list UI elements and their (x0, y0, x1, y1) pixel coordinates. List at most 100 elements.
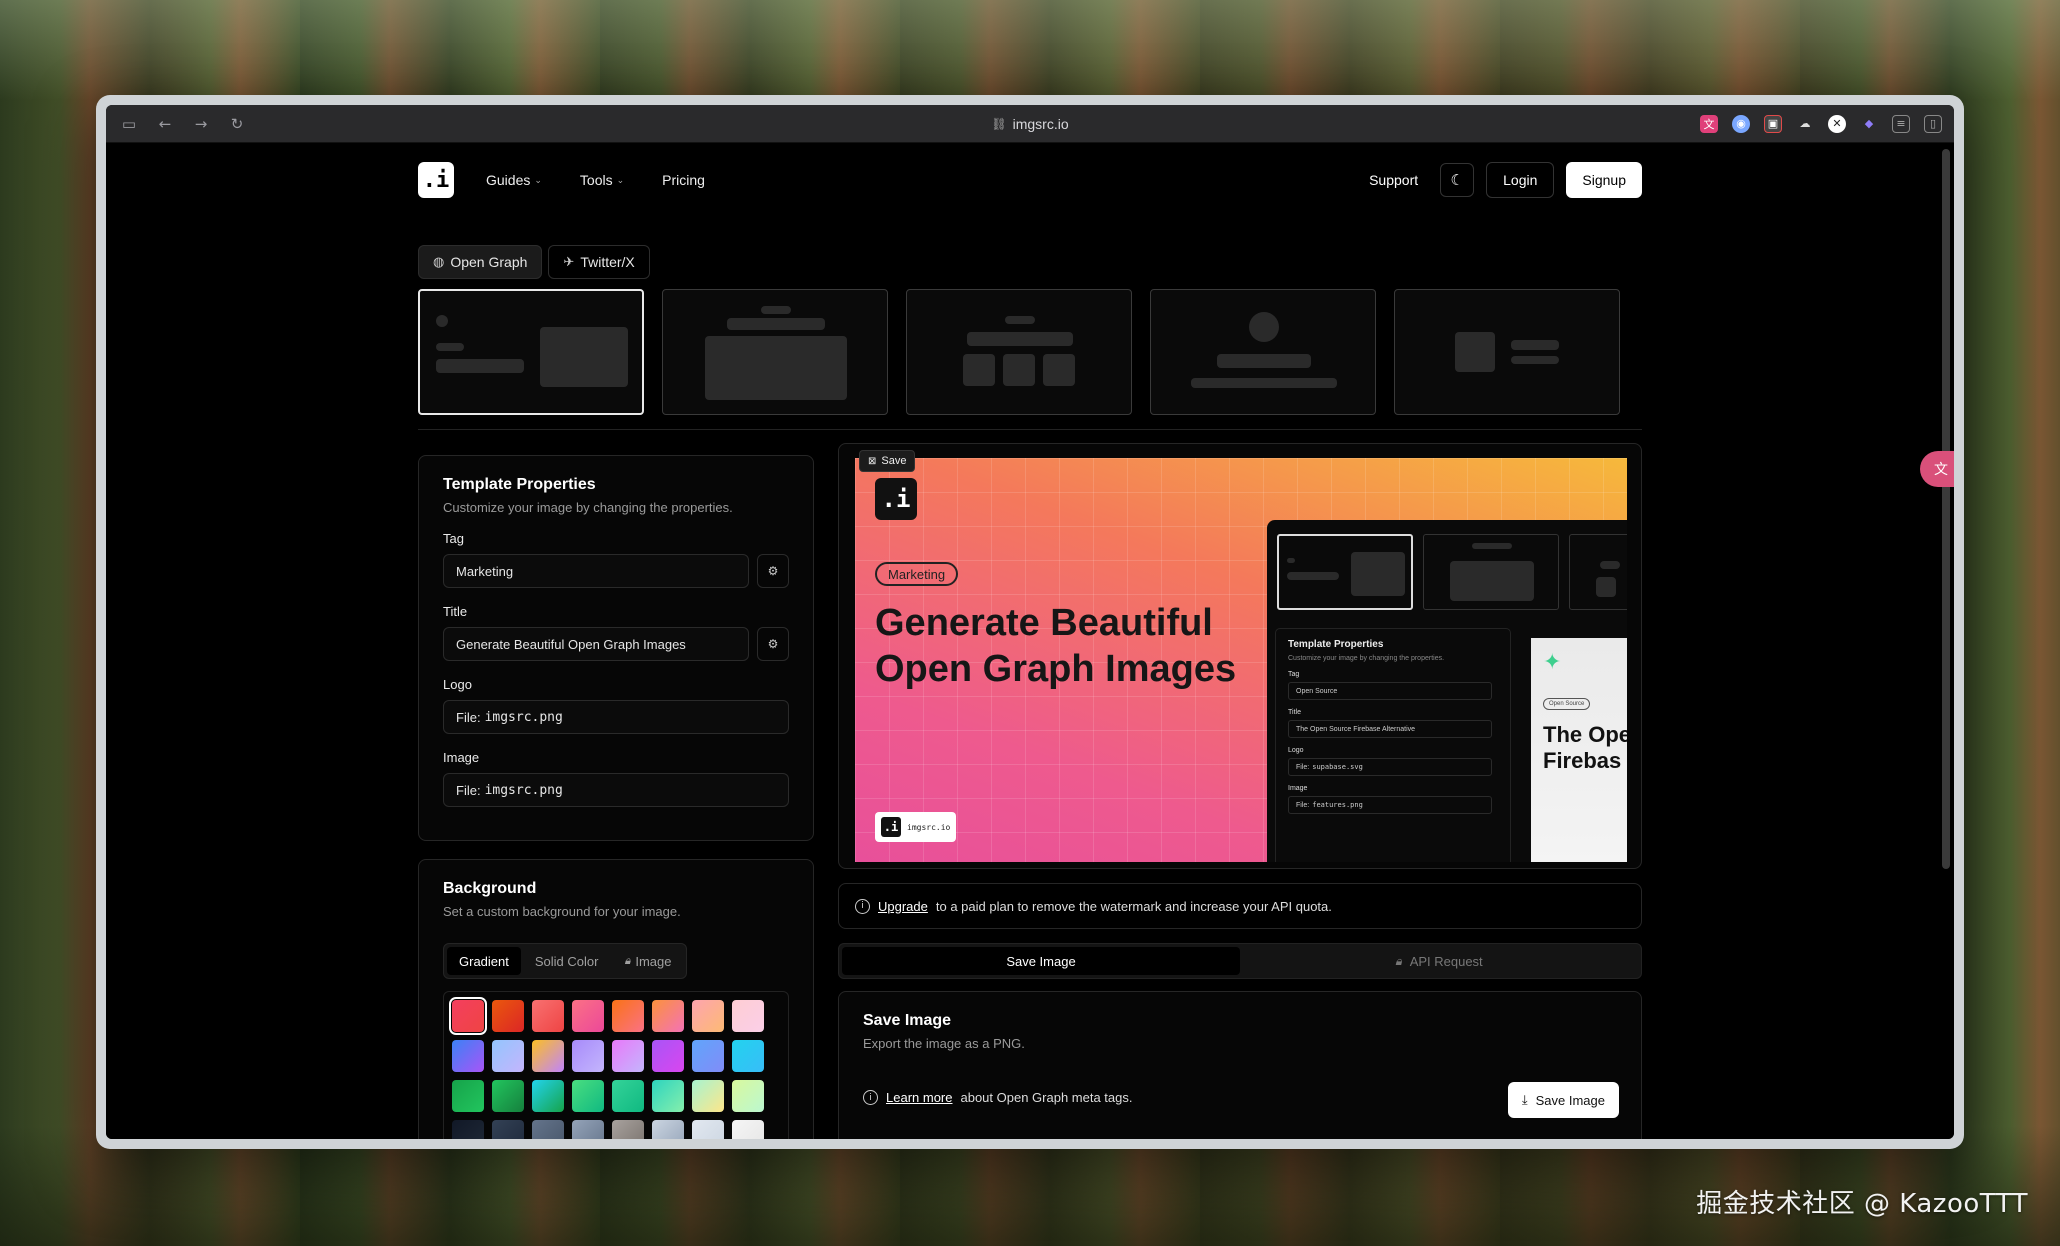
gradient-swatch[interactable] (572, 1080, 604, 1112)
tag-settings-button[interactable]: ⚙ (757, 554, 789, 588)
gradient-swatch[interactable] (492, 1000, 524, 1032)
translate-extension-icon[interactable]: 文 (1700, 114, 1718, 133)
gradient-swatch[interactable] (692, 1000, 724, 1032)
gradient-swatch[interactable] (692, 1040, 724, 1072)
save-image-subtitle: Export the image as a PNG. (863, 1036, 1025, 1051)
cloud-extension-icon[interactable]: ☁ (1796, 115, 1814, 133)
back-arrow-icon[interactable]: ← (156, 115, 174, 133)
mode-image-label: Image (635, 953, 672, 969)
gradient-swatch[interactable] (492, 1120, 524, 1139)
template-option-2[interactable] (662, 289, 888, 415)
extensions-bar: 文 ◉ ▣ ☁ ✕ ◆ ≡ ▯ (1700, 114, 1942, 133)
theme-toggle-button[interactable]: ☾ (1440, 163, 1475, 197)
shot-template-2 (1423, 534, 1559, 610)
gradient-swatch[interactable] (452, 1120, 484, 1139)
og-watermark-text: imgsrc.io (907, 822, 951, 832)
nav-pricing[interactable]: Pricing (662, 172, 705, 188)
template-thumb-shape (1249, 312, 1279, 342)
address-bar[interactable]: ⛓ imgsrc.io (991, 116, 1068, 132)
learn-more-link[interactable]: Learn more (886, 1090, 952, 1105)
gradient-swatch[interactable] (449, 997, 487, 1035)
gradient-swatch[interactable] (732, 1080, 764, 1112)
floating-translate-button[interactable]: 文 (1920, 451, 1954, 487)
tab-twitter[interactable]: ✈ Twitter/X (548, 245, 650, 279)
template-option-1[interactable] (418, 289, 644, 415)
site-logo[interactable]: .i (418, 162, 454, 198)
gradient-swatch[interactable] (652, 1120, 684, 1139)
gradient-swatch[interactable] (612, 1000, 644, 1032)
gradient-swatch[interactable] (532, 1120, 564, 1139)
gradient-swatch[interactable] (572, 1000, 604, 1032)
gradient-swatch[interactable] (652, 1000, 684, 1032)
logo-file-input[interactable]: File: imgsrc.png (443, 700, 789, 734)
gradient-swatch[interactable] (452, 1040, 484, 1072)
gradient-swatch[interactable] (452, 1080, 484, 1112)
image-file-name: imgsrc.png (484, 782, 563, 798)
mode-image[interactable]: 🔒︎ Image (612, 947, 683, 975)
shot-preview-title-line1: The Ope (1543, 722, 1627, 747)
page-scrollbar[interactable] (1942, 149, 1950, 869)
browser-controls: ▭ ← → ↻ (106, 115, 246, 133)
upgrade-link[interactable]: Upgrade (878, 899, 928, 914)
image-icon: ⊠ (868, 455, 877, 467)
diamond-extension-icon[interactable]: ◆ (1860, 115, 1878, 133)
gradient-swatch[interactable] (652, 1080, 684, 1112)
gradient-swatch[interactable] (572, 1040, 604, 1072)
template-option-4[interactable] (1150, 289, 1376, 415)
lock-icon: 🔒︎ (624, 954, 631, 967)
gradient-swatch[interactable] (732, 1000, 764, 1032)
gradient-swatch[interactable] (732, 1040, 764, 1072)
nav-tools[interactable]: Tools ⌄ (580, 172, 624, 188)
template-option-5[interactable] (1394, 289, 1620, 415)
template-thumb-shape (1450, 561, 1534, 601)
template-properties-subtitle: Customize your image by changing the pro… (443, 500, 733, 515)
save-image-button[interactable]: ⤓ Save Image (1507, 1082, 1619, 1118)
export-mode-tabs: Save Image 🔒︎ API Request (838, 943, 1642, 979)
tab-api-request[interactable]: 🔒︎ API Request (1240, 947, 1638, 975)
mode-solid-color[interactable]: Solid Color (523, 947, 611, 975)
login-button[interactable]: Login (1486, 162, 1555, 198)
link-icon: ⛓ (991, 116, 1007, 131)
gradient-swatch[interactable] (692, 1120, 724, 1139)
gradient-swatch[interactable] (612, 1040, 644, 1072)
sidebar-toggle-icon[interactable]: ▭ (120, 115, 138, 133)
shot-logo-prefix: File: (1296, 763, 1310, 771)
shot-tag-label: Tag (1288, 671, 1300, 678)
split-view-icon[interactable]: ▯ (1924, 114, 1942, 133)
shot-title: Template Properties (1288, 639, 1384, 650)
screenshot-extension-icon[interactable]: ▣ (1764, 114, 1782, 133)
gradient-swatch[interactable] (492, 1040, 524, 1072)
gradient-swatch[interactable] (652, 1040, 684, 1072)
image-file-input[interactable]: File: imgsrc.png (443, 773, 789, 807)
gradient-swatch[interactable] (732, 1120, 764, 1139)
shot-title-input: The Open Source Firebase Alternative (1288, 720, 1492, 738)
nav-support[interactable]: Support (1369, 172, 1418, 188)
gradient-swatch[interactable] (612, 1080, 644, 1112)
gradient-swatch[interactable] (492, 1080, 524, 1112)
gradient-swatch[interactable] (532, 1080, 564, 1112)
title-settings-button[interactable]: ⚙ (757, 627, 789, 661)
gradient-swatch[interactable] (532, 1000, 564, 1032)
og-screenshot: Template Properties Customize your image… (1267, 520, 1627, 862)
close-circle-extension-icon[interactable]: ✕ (1828, 114, 1846, 133)
gradient-swatch[interactable] (532, 1040, 564, 1072)
tab-open-graph[interactable]: ◍ Open Graph (418, 245, 543, 279)
save-badge-button[interactable]: ⊠ Save (859, 450, 916, 472)
gradient-swatch[interactable] (692, 1080, 724, 1112)
gradient-swatch[interactable] (572, 1120, 604, 1139)
preview-card: .i Marketing Generate Beautiful Open Gra… (838, 443, 1642, 869)
gradient-swatch[interactable] (612, 1120, 644, 1139)
template-thumb-shape (727, 318, 825, 330)
tag-input[interactable]: Marketing (443, 554, 749, 588)
mode-gradient[interactable]: Gradient (447, 947, 521, 975)
globe-extension-icon[interactable]: ◉ (1732, 114, 1750, 133)
forward-arrow-icon[interactable]: → (192, 115, 210, 133)
reload-icon[interactable]: ↻ (228, 115, 246, 133)
tab-save-image[interactable]: Save Image (842, 947, 1240, 975)
nav-guides[interactable]: Guides ⌄ (486, 172, 542, 188)
title-input[interactable]: Generate Beautiful Open Graph Images (443, 627, 749, 661)
reader-extension-icon[interactable]: ≡ (1892, 114, 1910, 133)
signup-button[interactable]: Signup (1566, 162, 1642, 198)
shot-preview-title-line2: Firebas (1543, 748, 1622, 773)
template-option-3[interactable] (906, 289, 1132, 415)
